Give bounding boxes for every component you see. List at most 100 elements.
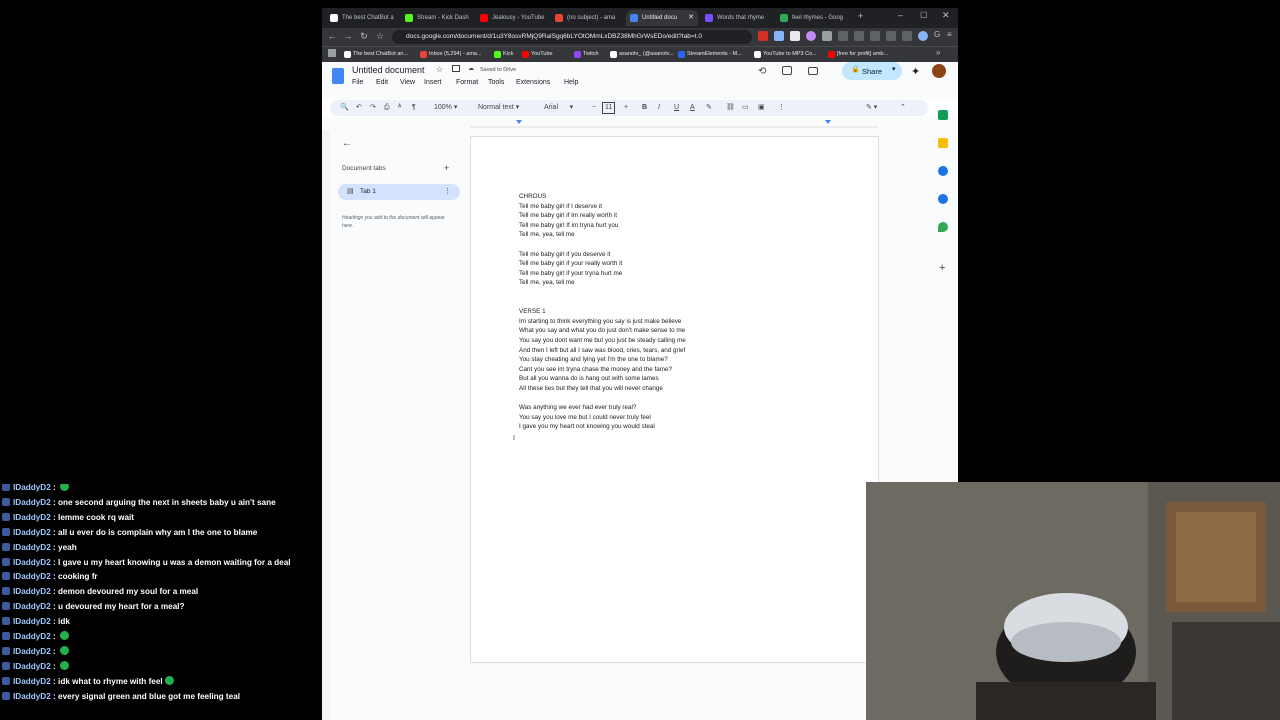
- download-icon[interactable]: [870, 31, 880, 41]
- bookmark-item[interactable]: StreamElements - M...: [678, 49, 742, 60]
- add-tab-icon[interactable]: +: [444, 163, 449, 173]
- document-page[interactable]: CHROUS Tell me baby girl if I deserve it T…: [470, 136, 879, 663]
- collapse-icon[interactable]: ⌃: [900, 102, 906, 114]
- doc-title[interactable]: Untitled document: [352, 65, 425, 75]
- spellcheck-icon[interactable]: ᴬ: [398, 102, 401, 114]
- maximize-button[interactable]: ▢: [920, 10, 928, 19]
- extensions-puzzle-icon[interactable]: [838, 31, 848, 41]
- keep-icon[interactable]: [938, 138, 948, 148]
- bookmark-item[interactable]: YouTube to MP3 Co...: [754, 49, 817, 60]
- google-icon[interactable]: G: [934, 30, 944, 40]
- history-icon[interactable]: ⟲: [758, 66, 766, 77]
- browser-tab[interactable]: feel rhymes - Goog: [776, 10, 848, 26]
- extension-icon[interactable]: [822, 31, 832, 41]
- tablet-icon[interactable]: [902, 31, 912, 41]
- doc-line: And then I left but all I saw was blood,…: [519, 346, 686, 354]
- browser-tab[interactable]: Untitled docu ✕: [626, 10, 698, 26]
- url-input[interactable]: docs.google.com/document/d/1u3Y8osvRMjQ9…: [392, 30, 752, 44]
- gemini-icon[interactable]: ✦: [911, 65, 920, 78]
- menu-item[interactable]: Tools: [488, 79, 504, 86]
- image-icon[interactable]: ▣: [758, 102, 765, 114]
- font-size-input[interactable]: 11: [602, 102, 616, 114]
- text-color-icon[interactable]: A: [690, 102, 695, 114]
- doc-line: Tell me baby girl if I deserve it: [519, 202, 602, 210]
- sidepanel-icon[interactable]: [886, 31, 896, 41]
- highlight-icon[interactable]: ✎: [706, 102, 712, 114]
- link-icon[interactable]: ⛓: [726, 102, 735, 114]
- bookmark-item[interactable]: Kick: [494, 49, 513, 60]
- style-select[interactable]: Normal text ▾: [478, 102, 519, 114]
- meet-icon[interactable]: [808, 67, 818, 75]
- increase-font-icon[interactable]: +: [624, 102, 628, 114]
- chat-message: IDaddyD2 : all u ever do is complain why…: [2, 526, 257, 539]
- browser-tab[interactable]: (no subject) - ama: [551, 10, 623, 26]
- menu-item[interactable]: Extensions: [516, 79, 550, 86]
- undo-icon[interactable]: ↶: [356, 102, 362, 114]
- menu-icon[interactable]: ≡: [947, 30, 952, 39]
- bookmark-item[interactable]: YouTube: [522, 49, 553, 60]
- extension-icon[interactable]: [806, 31, 816, 41]
- bookmark-item[interactable]: [free for profit] amb...: [828, 49, 888, 60]
- italic-icon[interactable]: I: [658, 102, 660, 114]
- browser-tab[interactable]: Words that rhyme: [701, 10, 773, 26]
- sheets-icon[interactable]: [938, 110, 948, 120]
- star-icon[interactable]: ☆: [436, 65, 443, 74]
- comments-icon[interactable]: [782, 66, 792, 75]
- bookmark-label: [free for profit] amb...: [837, 51, 889, 57]
- menu-item[interactable]: Format: [456, 79, 478, 86]
- browser-tab[interactable]: Jealousy - YouTube: [476, 10, 548, 26]
- browser-tab[interactable]: The best ChatBot a: [326, 10, 398, 26]
- zoom-select[interactable]: 100% ▾: [434, 102, 457, 114]
- reload-icon[interactable]: ↻: [358, 31, 370, 42]
- extension-icon[interactable]: [774, 31, 784, 41]
- chat-username: IDaddyD2: [13, 572, 51, 582]
- profile-icon[interactable]: [918, 31, 928, 41]
- menu-item[interactable]: Help: [564, 79, 578, 86]
- back-arrow-icon[interactable]: ←: [342, 138, 352, 149]
- tab-1-label: Tab 1: [360, 188, 376, 195]
- redo-icon[interactable]: ↷: [370, 102, 376, 114]
- font-select[interactable]: Arial ▾: [544, 102, 573, 114]
- menu-item[interactable]: File: [352, 79, 363, 86]
- apps-icon[interactable]: [328, 49, 336, 57]
- extension-icon[interactable]: [758, 31, 768, 41]
- contacts-icon[interactable]: [938, 194, 948, 204]
- decrease-font-icon[interactable]: −: [592, 102, 596, 114]
- avatar[interactable]: [932, 64, 946, 78]
- menu-item[interactable]: Edit: [376, 79, 388, 86]
- bookmark-item[interactable]: Twitch: [574, 49, 599, 60]
- close-window-button[interactable]: ✕: [942, 10, 950, 21]
- bookmark-item[interactable]: Inbox (5,294) - ama...: [420, 49, 482, 60]
- comment-icon[interactable]: ▭: [742, 102, 749, 114]
- media-icon[interactable]: [854, 31, 864, 41]
- bookmark-item[interactable]: The best ChatBot an...: [344, 49, 408, 60]
- back-icon[interactable]: ←: [326, 31, 338, 41]
- bookmark-page-icon[interactable]: ☆: [374, 31, 386, 42]
- forward-icon[interactable]: →: [342, 31, 354, 41]
- tab-1-item[interactable]: ▤ Tab 1 ⋮: [338, 184, 460, 200]
- print-icon[interactable]: ⎙: [384, 102, 390, 114]
- more-bookmarks-icon[interactable]: »: [936, 48, 940, 57]
- docs-logo-icon[interactable]: [332, 68, 344, 84]
- tasks-icon[interactable]: [938, 166, 948, 176]
- underline-icon[interactable]: U: [674, 102, 679, 114]
- tab-options-icon[interactable]: ⋮: [444, 187, 451, 195]
- menu-item[interactable]: View: [400, 79, 415, 86]
- menu-item[interactable]: Insert: [424, 79, 442, 86]
- share-button[interactable]: 🔒 Share ▾: [842, 62, 902, 80]
- bold-icon[interactable]: B: [642, 102, 647, 114]
- get-addons-icon[interactable]: +: [939, 262, 945, 274]
- paint-format-icon[interactable]: ¶: [412, 102, 416, 114]
- browser-tab[interactable]: Stream - Kick Dash: [401, 10, 473, 26]
- bookmark-item[interactable]: asanotv_ (@asanotv...: [610, 49, 674, 60]
- maps-icon[interactable]: [938, 222, 948, 232]
- close-tab-icon[interactable]: ✕: [688, 10, 694, 26]
- minimize-button[interactable]: –: [898, 10, 903, 20]
- tab-label: feel rhymes - Goog: [792, 15, 844, 21]
- search-menus-icon[interactable]: 🔍: [340, 102, 349, 114]
- editing-mode-icon[interactable]: ✎ ▾: [866, 102, 877, 114]
- move-folder-icon[interactable]: [452, 65, 460, 72]
- extension-icon[interactable]: [790, 31, 800, 41]
- more-icon[interactable]: ⋮: [778, 102, 785, 114]
- new-tab-button[interactable]: +: [858, 11, 863, 21]
